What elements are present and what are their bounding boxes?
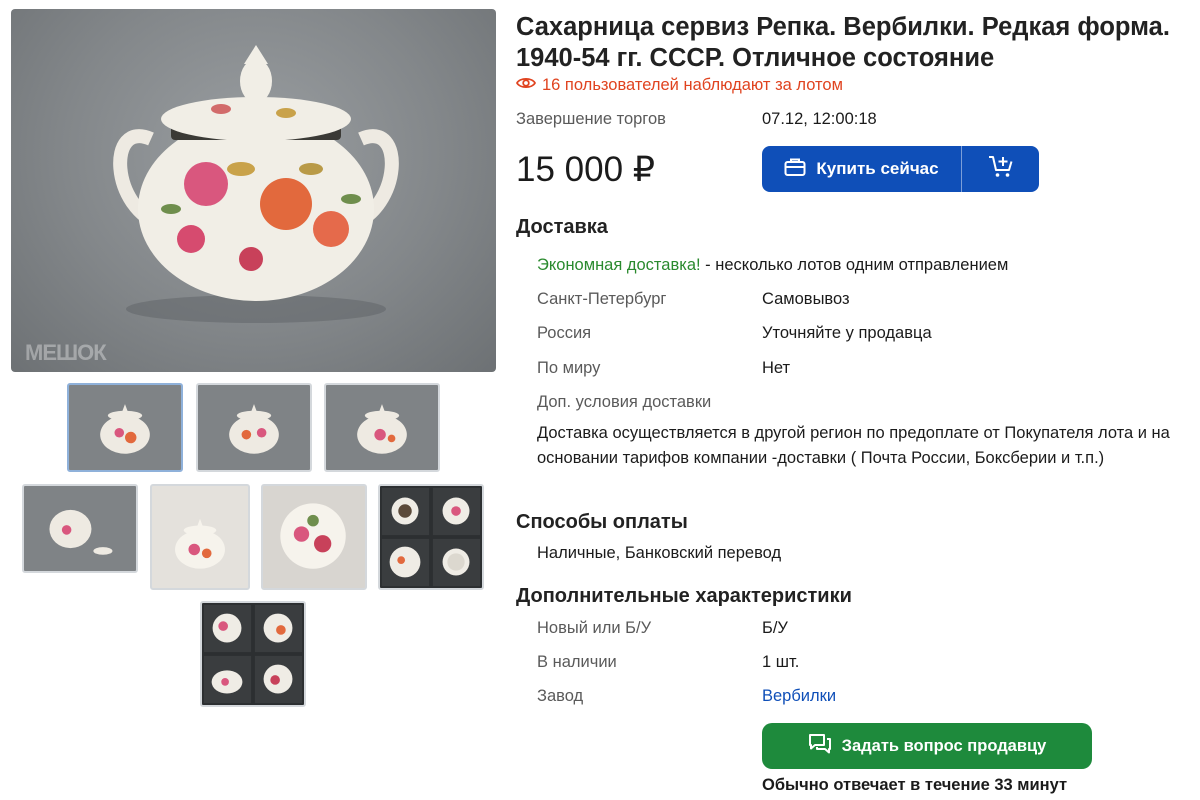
lot-price: 15 000 ₽ [516,150,656,189]
chat-icon [808,733,832,760]
extra-delivery-text: Доставка осуществляется в другой регион … [537,424,1170,467]
watchers-count-text: 16 пользователей наблюдают за лотом [542,76,843,94]
payment-heading: Способы оплаты [516,511,688,533]
buy-now-button[interactable]: Купить сейчас [762,146,1039,192]
economy-delivery-text: - несколько лотов одним отправлением [700,256,1009,274]
auction-end-label: Завершение торгов [516,110,666,128]
delivery-heading: Доставка [516,216,608,238]
cart-plus-icon [988,155,1014,184]
auction-end-value: 07.12, 12:00:18 [762,110,877,128]
thumbnail-5[interactable] [150,484,250,590]
lot-title-line-1: Сахарница сервиз Репка. Вербилки. Редкая… [516,13,1170,41]
characteristic-label: В наличии [537,653,617,671]
factory-link[interactable]: Вербилки [762,687,836,706]
briefcase-icon [784,157,806,182]
reply-time-text: Обычно отвечает в течение 33 минут [762,776,1068,794]
thumbnail-3[interactable] [324,383,440,472]
watermark-logo: МЕШОК [25,340,107,365]
characteristic-label: Новый или Б/У [537,619,652,637]
delivery-row-value: Самовывоз [762,290,850,308]
lot-title-line-2: 1940-54 гг. СССР. Отличное состояние [516,44,995,72]
payment-methods: Наличные, Банковский перевод [537,544,782,562]
thumbnail-6[interactable] [261,484,367,590]
ask-seller-button[interactable]: Задать вопрос продавцу [762,723,1092,769]
delivery-row-value: Нет [762,359,791,377]
main-product-photo[interactable]: МЕШОК [11,9,496,372]
extra-delivery-label: Доп. условия доставки [537,393,712,411]
characteristic-value: 1 шт. [762,653,800,671]
lot-title: Сахарница сервиз Репка. Вербилки. Редкая… [516,12,1200,74]
thumbnail-1[interactable] [67,383,183,472]
thumbnail-7[interactable] [378,484,484,590]
delivery-row-label: Россия [537,324,592,342]
buy-now-main[interactable]: Купить сейчас [762,146,962,192]
thumbnail-8[interactable] [200,601,306,707]
thumbnail-2[interactable] [196,383,312,472]
delivery-row-label: Санкт-Петербург [537,290,667,308]
eye-icon [515,76,537,95]
add-to-cart-button[interactable] [962,146,1039,192]
characteristic-value: Б/У [762,619,788,637]
characteristic-label: Завод [537,687,584,705]
thumbnail-4[interactable] [22,484,138,573]
watchers-info: 16 пользователей наблюдают за лотом [515,76,843,95]
buy-now-label: Купить сейчас [816,159,939,178]
characteristics-heading: Дополнительные характеристики [516,585,852,607]
economy-delivery-highlight: Экономная доставка! [537,256,701,274]
delivery-row-value: Уточняйте у продавца [762,324,932,342]
ask-seller-label: Задать вопрос продавцу [841,736,1047,755]
delivery-row-label: По миру [537,359,601,377]
economy-delivery-line: Экономная доставка! - несколько лотов од… [537,256,1008,275]
